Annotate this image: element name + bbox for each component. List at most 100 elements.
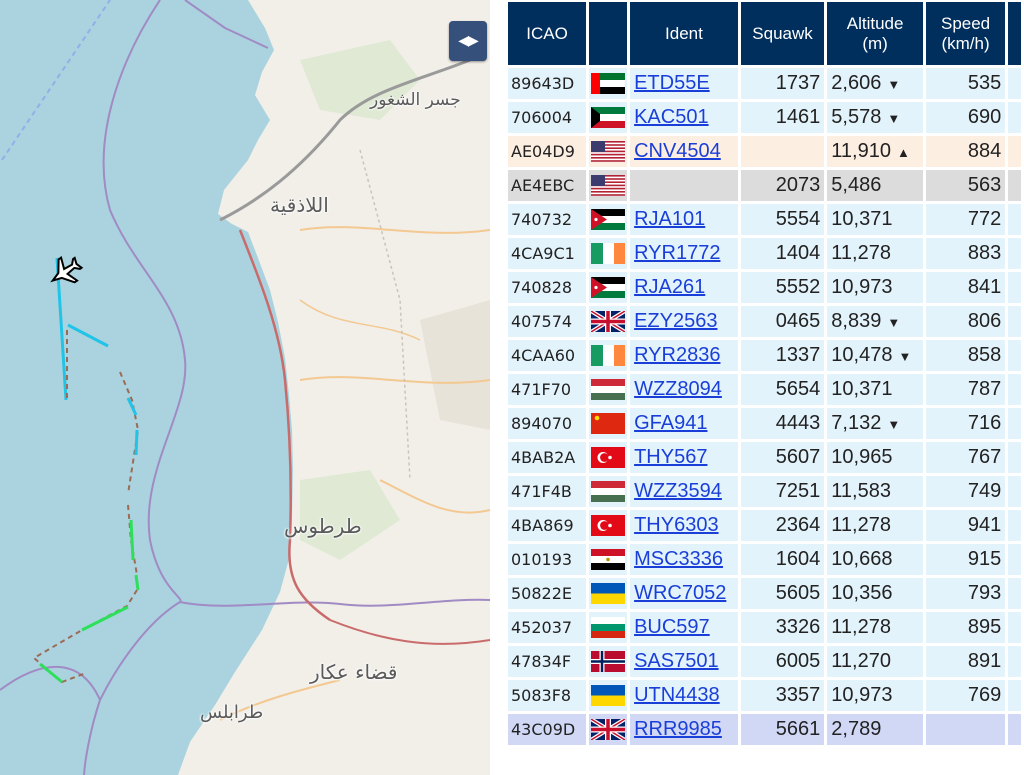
table-row[interactable]: 5083F8 UTN4438 3357 10,973 769 xyxy=(508,680,1021,711)
cell-flag xyxy=(589,544,628,575)
table-row[interactable]: 43C09D RRR9985 5661 2,789 xyxy=(508,714,1021,745)
table-row[interactable]: 4BAB2A THY567 5607 10,965 767 xyxy=(508,442,1021,473)
ident-link[interactable]: RYR1772 xyxy=(634,242,720,264)
hungary-flag-icon xyxy=(591,379,626,401)
altitude-value: 11,583 xyxy=(831,480,891,502)
ident-link[interactable]: RRR9985 xyxy=(634,718,722,740)
table-row[interactable]: 010193 MSC3336 1604 10,668 915 xyxy=(508,544,1021,575)
column-header-icao[interactable]: ICAO xyxy=(508,2,587,65)
column-header-ident[interactable]: Ident xyxy=(630,2,738,65)
ident-link[interactable]: RYR2836 xyxy=(634,344,720,366)
cell-squawk: 3326 xyxy=(740,612,825,643)
column-header-flag[interactable] xyxy=(589,2,628,65)
ident-link[interactable]: THY567 xyxy=(634,446,707,468)
cell-ident: ETD55E xyxy=(630,68,738,99)
cell-extra xyxy=(1008,204,1021,235)
cell-ident: RJA101 xyxy=(630,204,738,235)
column-header-speed[interactable]: Speed (km/h) xyxy=(925,2,1006,65)
ident-link[interactable]: WZZ8094 xyxy=(634,378,722,400)
aircraft-table-panel[interactable]: ICAO Ident Squawk Altitude (m) Speed (km/h… xyxy=(508,0,1024,775)
cell-flag xyxy=(589,68,628,99)
map-canvas[interactable] xyxy=(0,0,490,775)
ident-link[interactable]: ETD55E xyxy=(634,72,710,94)
table-row[interactable]: 706004 KAC501 1461 5,578 ▼ 690 xyxy=(508,102,1021,133)
table-row[interactable]: 4BA869 THY6303 2364 11,278 941 xyxy=(508,510,1021,541)
cell-extra xyxy=(1008,102,1021,133)
cell-altitude: 11,910 ▲ xyxy=(827,136,923,167)
cell-altitude: 10,371 xyxy=(827,204,923,235)
ident-link[interactable]: GFA941 xyxy=(634,412,707,434)
egypt-flag-icon xyxy=(591,549,626,571)
cell-extra xyxy=(1008,68,1021,99)
cell-icao: 4CAA60 xyxy=(508,340,587,371)
cell-ident: KAC501 xyxy=(630,102,738,133)
cell-altitude: 11,278 xyxy=(827,510,923,541)
altitude-trend-icon: ▼ xyxy=(887,111,901,126)
table-row[interactable]: 740732 RJA101 5554 10,371 772 xyxy=(508,204,1021,235)
panel-toggle-button[interactable]: ◀▶ xyxy=(449,21,487,61)
plane-icon[interactable] xyxy=(45,251,86,292)
cell-speed: 941 xyxy=(925,510,1006,541)
cell-altitude: 11,270 xyxy=(827,646,923,677)
city-label-tripoli: طرابلس xyxy=(200,702,264,723)
table-row[interactable]: 50822E WRC7052 5605 10,356 793 xyxy=(508,578,1021,609)
cell-squawk: 1737 xyxy=(740,68,825,99)
usa-flag-icon xyxy=(591,175,626,197)
cell-altitude: 10,965 xyxy=(827,442,923,473)
cell-icao: 471F70 xyxy=(508,374,587,405)
column-header-altitude[interactable]: Altitude (m) xyxy=(827,2,923,65)
cell-extra xyxy=(1008,272,1021,303)
cell-ident: EZY2563 xyxy=(630,306,738,337)
cell-flag xyxy=(589,578,628,609)
table-row[interactable]: 4CA9C1 RYR1772 1404 11,278 883 xyxy=(508,238,1021,269)
altitude-value: 10,965 xyxy=(831,446,893,468)
altitude-value: 10,668 xyxy=(831,548,893,570)
cell-extra xyxy=(1008,374,1021,405)
table-row[interactable]: 471F4B WZZ3594 7251 11,583 749 xyxy=(508,476,1021,507)
table-row[interactable]: 740828 RJA261 5552 10,973 841 xyxy=(508,272,1021,303)
ident-link[interactable]: UTN4438 xyxy=(634,684,720,706)
altitude-value: 2,606 xyxy=(831,72,882,94)
cell-altitude: 10,478 ▼ xyxy=(827,340,923,371)
ident-link[interactable]: WZZ3594 xyxy=(634,480,722,502)
cell-flag xyxy=(589,374,628,405)
table-row[interactable]: 452037 BUC597 3326 11,278 895 xyxy=(508,612,1021,643)
cell-squawk: 5554 xyxy=(740,204,825,235)
column-header-squawk[interactable]: Squawk xyxy=(740,2,825,65)
altitude-value: 10,973 xyxy=(831,276,893,298)
cell-altitude: 10,668 xyxy=(827,544,923,575)
cell-squawk: 5661 xyxy=(740,714,825,745)
cell-extra xyxy=(1008,680,1021,711)
china-flag-icon xyxy=(591,413,626,435)
table-row[interactable]: 894070 GFA941 4443 7,132 ▼ 716 xyxy=(508,408,1021,439)
ident-link[interactable]: MSC3336 xyxy=(634,548,723,570)
table-row[interactable]: AE4EBC 2073 5,486 563 xyxy=(508,170,1021,201)
ident-link[interactable]: SAS7501 xyxy=(634,650,719,672)
cell-speed: 769 xyxy=(925,680,1006,711)
ident-link[interactable]: BUC597 xyxy=(634,616,710,638)
altitude-trend-icon: ▼ xyxy=(887,417,901,432)
aircraft-trail xyxy=(39,605,129,684)
ident-link[interactable]: EZY2563 xyxy=(634,310,717,332)
altitude-value: 5,578 xyxy=(831,106,882,128)
jordan-flag-icon xyxy=(591,209,626,231)
table-row[interactable]: 407574 EZY2563 0465 8,839 ▼ 806 xyxy=(508,306,1021,337)
ident-link[interactable]: KAC501 xyxy=(634,106,709,128)
table-row[interactable]: 47834F SAS7501 6005 11,270 891 xyxy=(508,646,1021,677)
column-header-extra[interactable] xyxy=(1008,2,1021,65)
ident-link[interactable]: CNV4504 xyxy=(634,140,721,162)
table-row[interactable]: 471F70 WZZ8094 5654 10,371 787 xyxy=(508,374,1021,405)
table-row[interactable]: 89643D ETD55E 1737 2,606 ▼ 535 xyxy=(508,68,1021,99)
altitude-value: 11,278 xyxy=(831,514,891,536)
cell-altitude: 2,606 ▼ xyxy=(827,68,923,99)
ident-link[interactable]: WRC7052 xyxy=(634,582,726,604)
table-row[interactable]: 4CAA60 RYR2836 1337 10,478 ▼ 858 xyxy=(508,340,1021,371)
table-header-row: ICAO Ident Squawk Altitude (m) Speed (km/h… xyxy=(508,2,1021,65)
ident-link[interactable]: RJA101 xyxy=(634,208,705,230)
map-view[interactable]: جسر الشغور اللاذقية طرطوس قضاء عكار طراب… xyxy=(0,0,490,775)
ident-link[interactable]: RJA261 xyxy=(634,276,705,298)
table-row[interactable]: AE04D9 CNV4504 11,910 ▲ 884 xyxy=(508,136,1021,167)
altitude-value: 10,356 xyxy=(831,582,893,604)
cell-flag xyxy=(589,272,628,303)
ident-link[interactable]: THY6303 xyxy=(634,514,719,536)
